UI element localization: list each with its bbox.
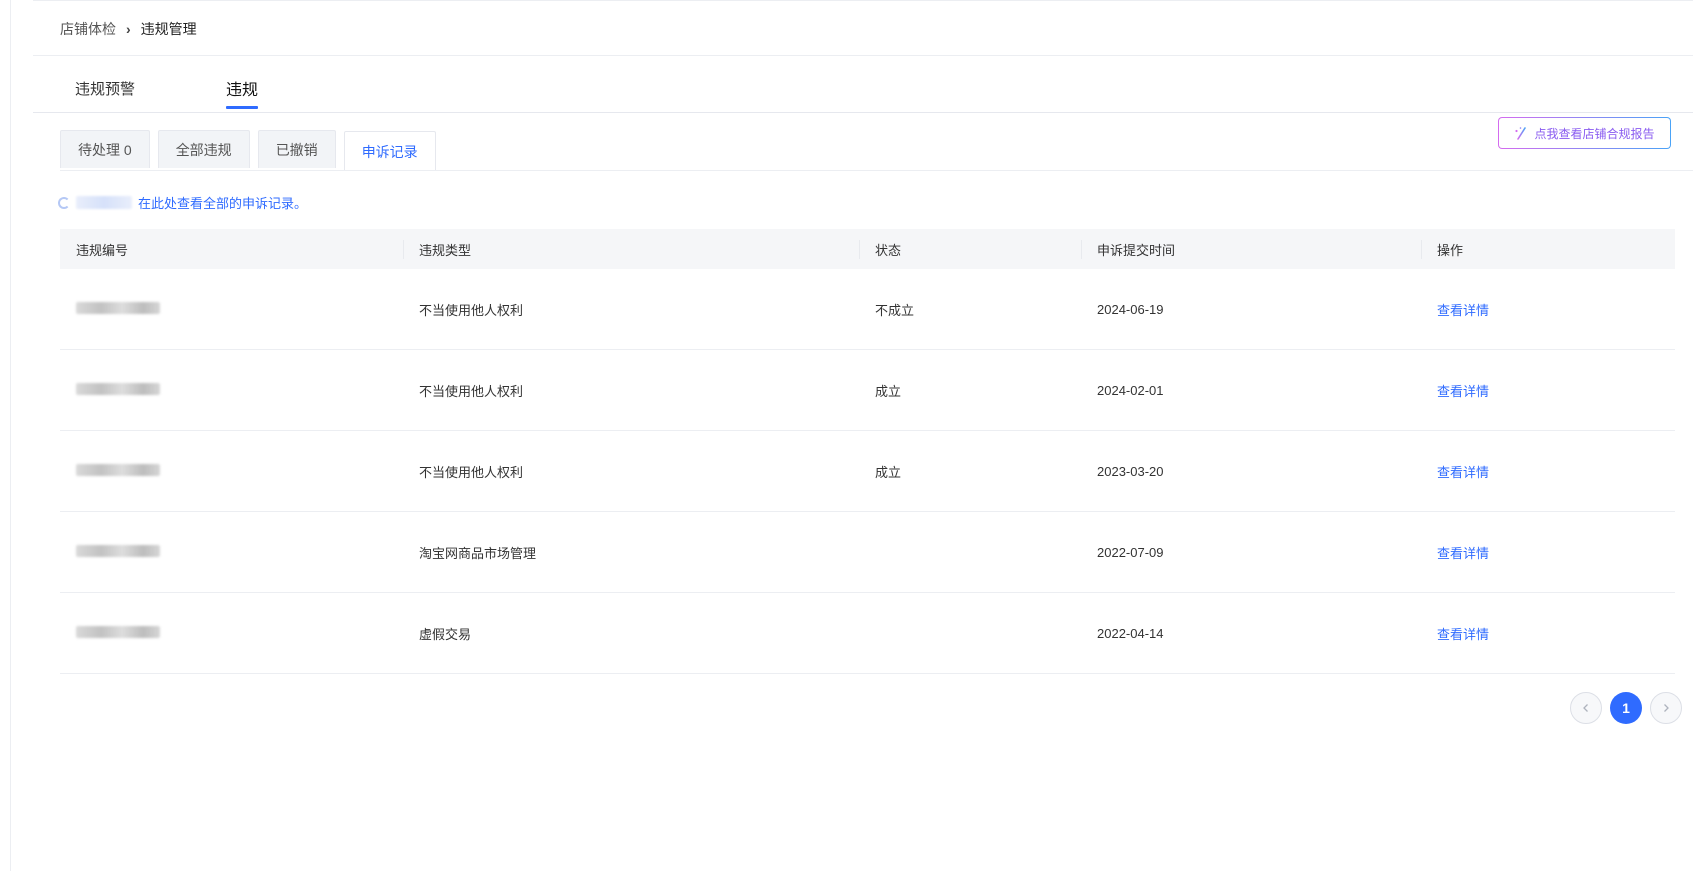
header-violation-type: 违规类型 (403, 239, 859, 259)
table-row: 不当使用他人权利 成立 2024-02-01 查看详情 (60, 350, 1675, 431)
table-row: 虚假交易 2022-04-14 查看详情 (60, 593, 1675, 674)
status-cell: 成立 (875, 464, 902, 480)
breadcrumb-parent-link[interactable]: 店铺体检 (60, 19, 116, 39)
breadcrumb-separator-icon: › (126, 21, 131, 37)
sub-tabs-divider (60, 170, 1693, 171)
violation-type-cell: 淘宝网商品市场管理 (419, 545, 537, 561)
chevron-left-icon (1581, 703, 1591, 713)
main-tabs-divider (33, 112, 1693, 113)
appeal-time-cell: 2022-07-09 (1097, 544, 1164, 560)
view-details-link[interactable]: 查看详情 (1437, 546, 1489, 561)
header-action: 操作 (1421, 239, 1675, 259)
sub-tabs: 待处理 0 全部违规 已撤销 申诉记录 (60, 130, 436, 171)
violation-type-cell: 虚假交易 (419, 626, 472, 642)
view-details-link[interactable]: 查看详情 (1437, 465, 1489, 480)
appeal-time-cell: 2023-03-20 (1097, 463, 1164, 479)
redacted-id (76, 301, 160, 314)
compliance-report-label: 点我查看店铺合规报告 (1534, 126, 1655, 141)
violation-type-cell: 不当使用他人权利 (419, 302, 524, 318)
compliance-report-button[interactable]: 点我查看店铺合规报告 (1498, 117, 1671, 149)
violation-id-cell (60, 544, 404, 560)
pagination: 1 (1570, 692, 1682, 724)
page-number-button[interactable]: 1 (1610, 692, 1642, 724)
redacted-id (76, 463, 160, 476)
sparkle-wand-icon (1514, 126, 1528, 140)
redacted-text (76, 196, 132, 209)
table-row: 不当使用他人权利 不成立 2024-06-19 查看详情 (60, 269, 1675, 350)
main-tabs: 违规预警 违规 (75, 76, 259, 110)
action-cell: 查看详情 (1422, 381, 1675, 400)
redacted-id (76, 625, 160, 638)
notice-text: 在此处查看全部的申诉记录。 (138, 196, 308, 211)
header-violation-id: 违规编号 (76, 242, 129, 258)
chevron-right-icon (1661, 703, 1671, 713)
header-appeal-time: 申诉提交时间 (1081, 239, 1421, 259)
appeal-time-cell: 2024-02-01 (1097, 382, 1164, 398)
tab-revoked[interactable]: 已撤销 (257, 130, 336, 168)
left-rail (0, 0, 11, 871)
tab-appeal-records[interactable]: 申诉记录 (343, 131, 436, 171)
appeal-time-cell: 2022-04-14 (1097, 625, 1164, 641)
header-status: 状态 (859, 239, 1081, 259)
appeal-time-cell: 2024-06-19 (1097, 301, 1164, 317)
violation-id-cell (60, 463, 404, 479)
appeal-records-table: 违规编号 违规类型 状态 申诉提交时间 操作 不当使用他人权利 不成立 2024… (60, 229, 1675, 674)
view-details-link[interactable]: 查看详情 (1437, 627, 1489, 642)
view-details-link[interactable]: 查看详情 (1437, 303, 1489, 318)
appeal-notice: 在此处查看全部的申诉记录。 (58, 193, 307, 212)
breadcrumb-current: 违规管理 (140, 21, 197, 37)
header-divider (33, 55, 1693, 56)
loading-info-icon (58, 196, 70, 209)
top-border (33, 0, 1693, 1)
status-cell: 不成立 (875, 302, 915, 318)
next-page-button[interactable] (1650, 692, 1682, 724)
tab-pending[interactable]: 待处理 0 (60, 130, 150, 168)
violation-type-cell: 不当使用他人权利 (419, 383, 524, 399)
action-cell: 查看详情 (1422, 300, 1675, 319)
violation-id-cell (60, 301, 404, 317)
tab-violation-warning[interactable]: 违规预警 (75, 78, 135, 110)
table-row: 不当使用他人权利 成立 2023-03-20 查看详情 (60, 431, 1675, 512)
table-header: 违规编号 违规类型 状态 申诉提交时间 操作 (60, 229, 1675, 269)
tab-all-violations[interactable]: 全部违规 (157, 130, 250, 168)
breadcrumb: 店铺体检 › 违规管理 (60, 19, 197, 39)
prev-page-button[interactable] (1570, 692, 1602, 724)
action-cell: 查看详情 (1422, 543, 1675, 562)
violation-type-cell: 不当使用他人权利 (419, 464, 524, 480)
status-cell: 成立 (875, 383, 902, 399)
redacted-id (76, 382, 160, 395)
action-cell: 查看详情 (1422, 462, 1675, 481)
violation-id-cell (60, 625, 404, 641)
action-cell: 查看详情 (1422, 624, 1675, 643)
violation-id-cell (60, 382, 404, 398)
view-details-link[interactable]: 查看详情 (1437, 384, 1489, 399)
redacted-id (76, 544, 160, 557)
tab-violation[interactable]: 违规 (226, 76, 259, 110)
table-row: 淘宝网商品市场管理 2022-07-09 查看详情 (60, 512, 1675, 593)
